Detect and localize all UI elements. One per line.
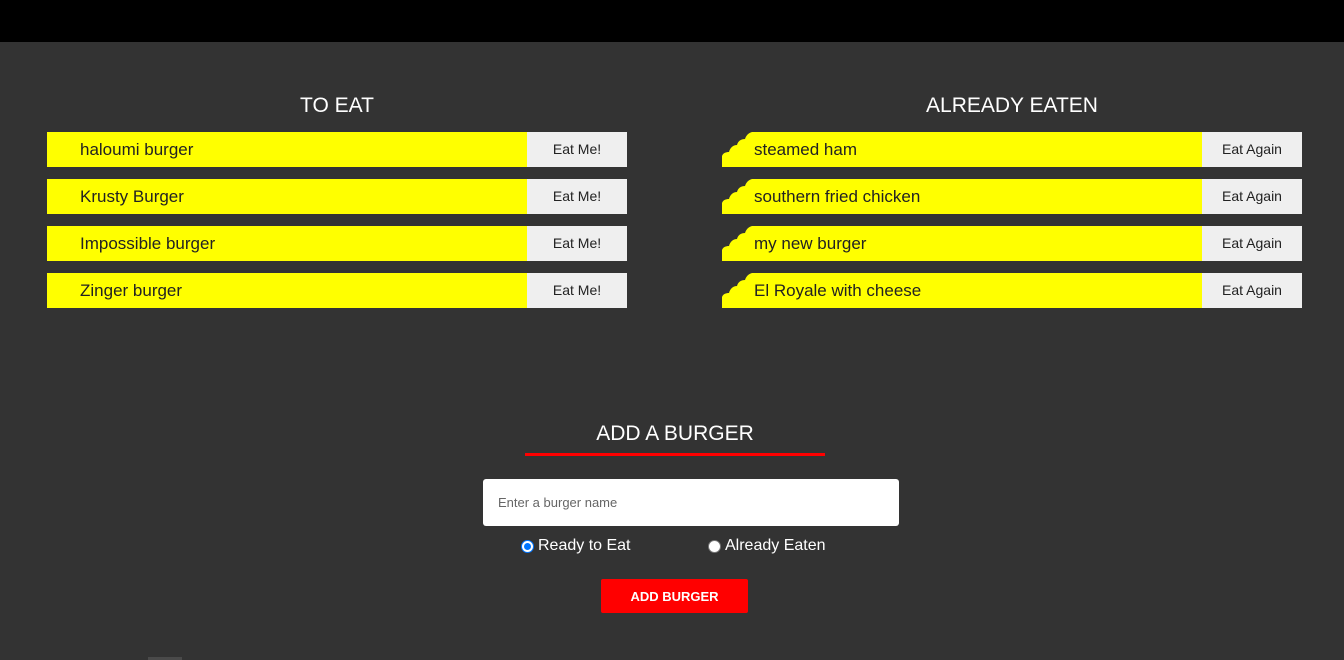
to-eat-column: TO EAT haloumi burger Eat Me! Krusty Bur… — [47, 92, 627, 320]
burger-name-label: southern fried chicken — [754, 187, 921, 206]
eaten-row: my new burger Eat Again — [722, 226, 1302, 261]
radio-eaten-label: Already Eaten — [725, 537, 826, 554]
eat-me-button[interactable]: Eat Me! — [527, 132, 627, 167]
burger-name-eaten: southern fried chicken — [722, 179, 1202, 214]
radio-ready-label: Ready to Eat — [538, 537, 631, 554]
eat-again-button[interactable]: Eat Again — [1202, 179, 1302, 214]
bite-mark-icon — [722, 132, 752, 156]
bite-mark-icon — [722, 273, 752, 297]
top-bar — [0, 0, 1344, 42]
radio-ready-button[interactable] — [521, 539, 534, 553]
eat-again-button[interactable]: Eat Again — [1202, 273, 1302, 308]
eat-me-button[interactable]: Eat Me! — [527, 273, 627, 308]
eaten-row: southern fried chicken Eat Again — [722, 179, 1302, 214]
burger-name: Zinger burger — [47, 273, 527, 308]
burger-name-label: steamed ham — [754, 140, 857, 159]
eaten-row: steamed ham Eat Again — [722, 132, 1302, 167]
burger-name: haloumi burger — [47, 132, 527, 167]
to-eat-row: Zinger burger Eat Me! — [47, 273, 627, 308]
burger-name-eaten: my new burger — [722, 226, 1202, 261]
bite-mark-icon — [722, 179, 752, 203]
eat-me-button[interactable]: Eat Me! — [527, 226, 627, 261]
eat-me-button[interactable]: Eat Me! — [527, 179, 627, 214]
eat-again-button[interactable]: Eat Again — [1202, 132, 1302, 167]
already-eaten-title: ALREADY EATEN — [926, 94, 1098, 117]
eat-again-button[interactable]: Eat Again — [1202, 226, 1302, 261]
to-eat-row: Impossible burger Eat Me! — [47, 226, 627, 261]
burger-name: Krusty Burger — [47, 179, 527, 214]
burger-name-label: my new burger — [754, 234, 867, 253]
burger-name-eaten: steamed ham — [722, 132, 1202, 167]
add-burger-title: ADD A BURGER — [596, 422, 754, 445]
title-underline — [525, 453, 825, 456]
burger-name-label: El Royale with cheese — [754, 281, 922, 300]
burger-name-input[interactable] — [483, 479, 899, 526]
radio-ready-to-eat[interactable]: Ready to Eat — [521, 536, 631, 556]
burger-name-eaten: El Royale with cheese — [722, 273, 1202, 308]
already-eaten-column: ALREADY EATEN steamed ham Eat Again sout… — [722, 92, 1302, 320]
radio-eaten-button[interactable] — [708, 539, 721, 553]
to-eat-row: Krusty Burger Eat Me! — [47, 179, 627, 214]
add-burger-button[interactable]: ADD BURGER — [601, 579, 748, 613]
eaten-row: El Royale with cheese Eat Again — [722, 273, 1302, 308]
bite-mark-icon — [722, 226, 752, 250]
burger-name: Impossible burger — [47, 226, 527, 261]
to-eat-row: haloumi burger Eat Me! — [47, 132, 627, 167]
to-eat-title: TO EAT — [300, 94, 374, 117]
radio-already-eaten[interactable]: Already Eaten — [708, 536, 826, 556]
